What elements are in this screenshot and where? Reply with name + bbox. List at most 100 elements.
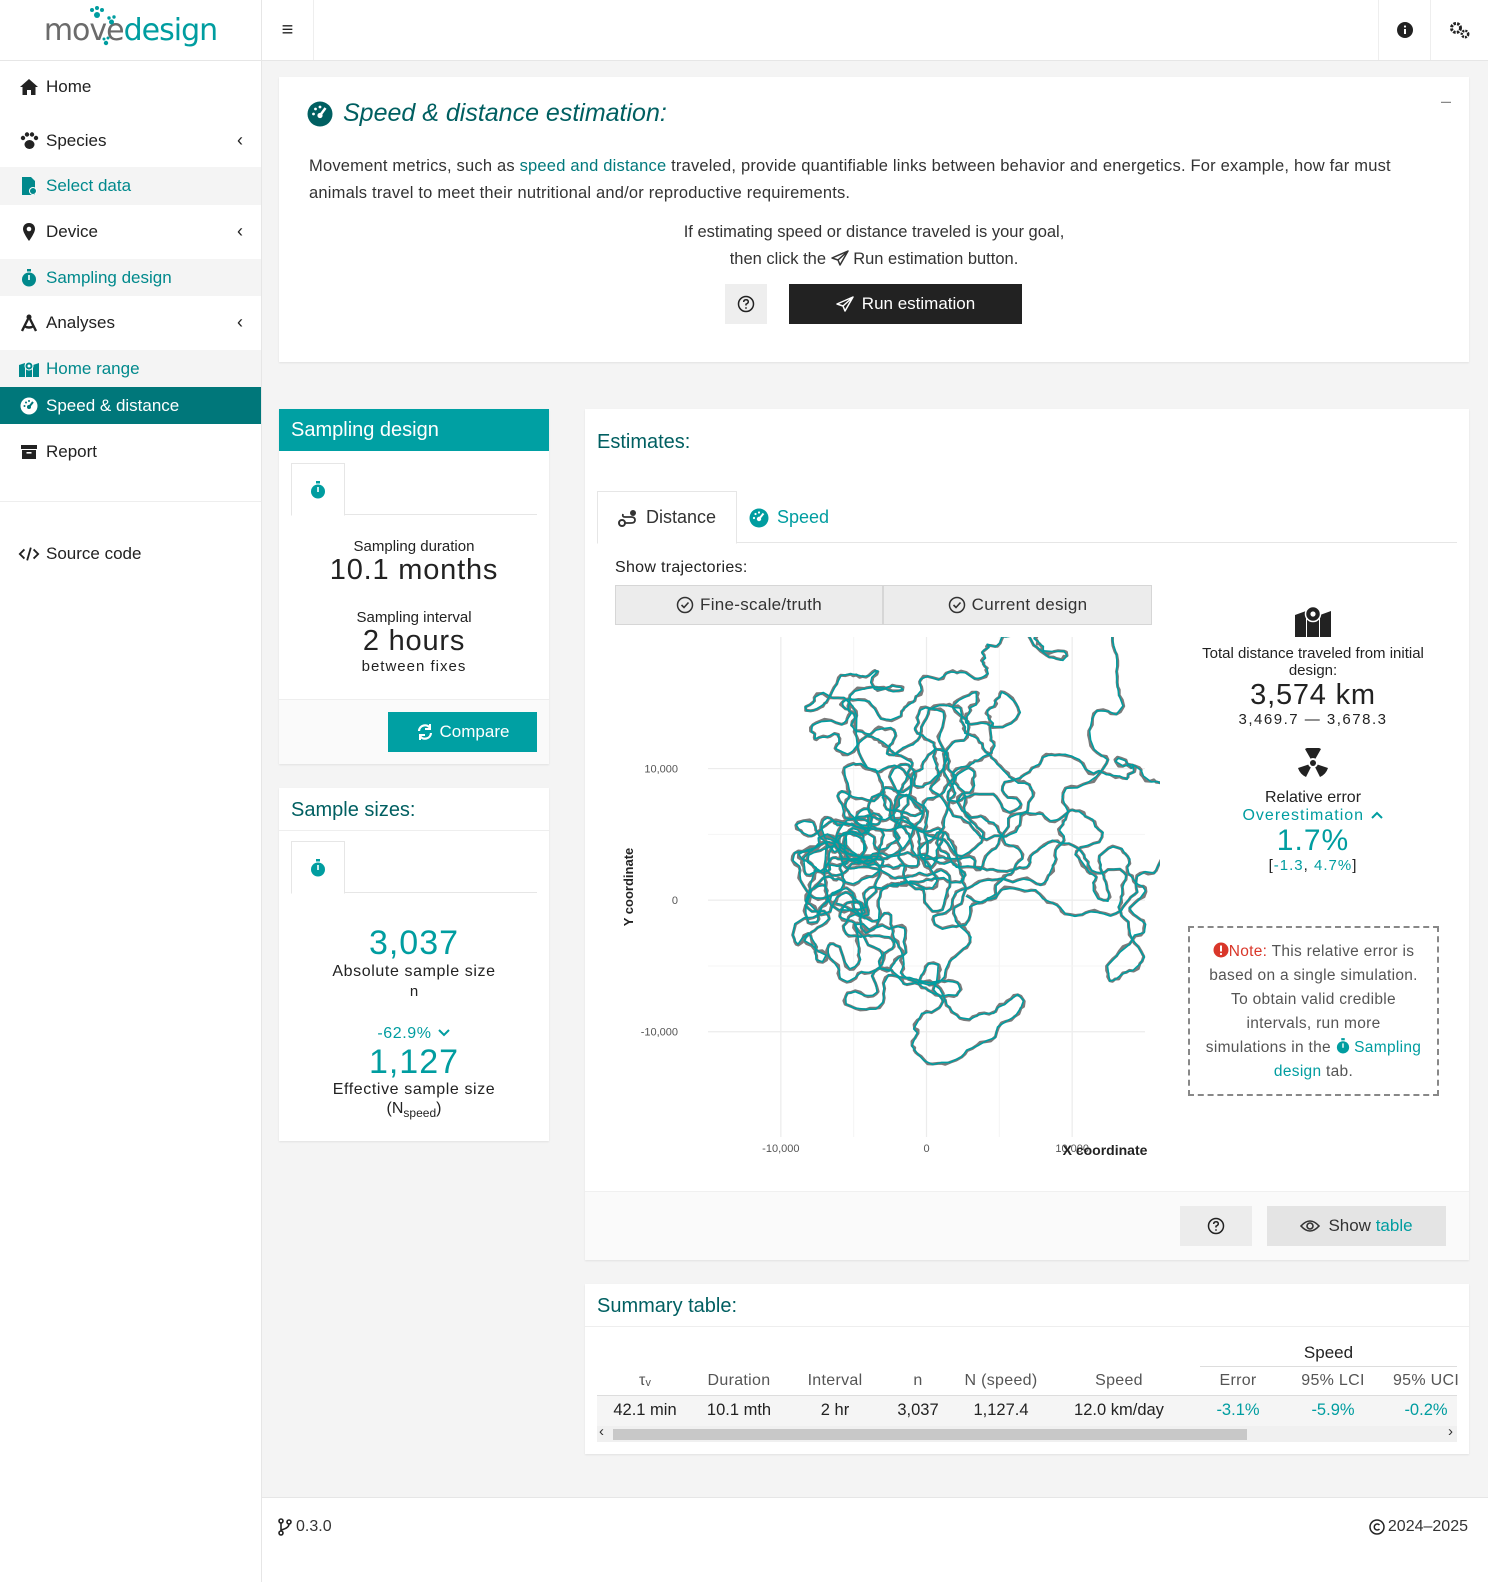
chevron-up-icon [1370, 811, 1383, 819]
sidebar-item-species[interactable]: Species ‹ [0, 121, 261, 161]
map-pin-icon [18, 222, 40, 242]
sidebar-item-label: Source code [46, 544, 142, 563]
y-tick-label: -10,000 [641, 1027, 678, 1039]
file-icon [18, 176, 40, 196]
stopwatch-icon [311, 858, 325, 876]
effective-sample-size-value: 1,127 [368, 1043, 460, 1081]
sidebar-item-select-data[interactable]: Select data [0, 167, 261, 205]
sampling-duration-value: 10.1 months [329, 554, 499, 586]
speed-subscript: speed [403, 1106, 437, 1121]
ci-bracket: ] [1352, 857, 1358, 874]
toggle-current-design[interactable]: Current design [883, 585, 1152, 625]
tab-distance[interactable]: Distance [597, 491, 738, 544]
divider [585, 1326, 1469, 1327]
sample-sizes-title: Sample sizes: [291, 799, 416, 821]
gauge-icon [18, 397, 40, 415]
total-distance-value: 3,574 km [1250, 679, 1376, 711]
sync-icon [417, 724, 432, 740]
copyright-years: 2024–2025 [1387, 1518, 1468, 1535]
stopwatch-tab[interactable] [291, 841, 345, 894]
overestimation-text: Overestimation [1242, 807, 1365, 824]
sidebar-item-speed-distance[interactable]: Speed & distance [0, 387, 261, 424]
sidebar-item-sampling-design[interactable]: Sampling design [0, 259, 261, 296]
sidebar-item-home[interactable]: Home [0, 67, 261, 107]
sampling-duration-label: Sampling duration [353, 538, 475, 555]
goal-line-2-start: then click the [729, 250, 831, 268]
question-circle-icon [1207, 1217, 1225, 1235]
gears-icon [1449, 22, 1469, 39]
sidebar-item-analyses[interactable]: Analyses ‹ [0, 303, 261, 343]
header-95-uci: 95% UCI [1392, 1372, 1460, 1389]
relative-error-ci: [-1.3, 4.7%] [1185, 857, 1441, 874]
stopwatch-tab[interactable] [291, 463, 345, 516]
settings-button[interactable] [1430, 0, 1488, 60]
run-estimation-label: Run estimation [861, 294, 976, 313]
exclamation-circle-icon [1213, 942, 1229, 958]
horizontal-scrollbar[interactable]: ‹ › [597, 1423, 1457, 1442]
scrollbar-thumb[interactable] [613, 1429, 1247, 1440]
version-number: 0.3.0 [296, 1518, 332, 1535]
sampling-interval-label: Sampling interval [356, 609, 472, 626]
toggle-fine-scale-truth[interactable]: Fine-scale/truth [615, 585, 883, 625]
minus-icon: – [1440, 91, 1451, 111]
gauge-icon [749, 508, 769, 527]
speed-distance-link[interactable]: speed and distance [520, 157, 667, 175]
sample-size-tabs [291, 841, 537, 894]
tab-speed[interactable]: Speed [729, 491, 849, 544]
x-axis-label: X coordinate [1063, 1142, 1148, 1158]
collapse-button[interactable]: – [1441, 91, 1451, 112]
cell-n-speed: 1,127.4 [973, 1401, 1029, 1419]
eye-icon [1300, 1220, 1321, 1232]
chevron-left-icon: ‹ [237, 130, 243, 150]
absolute-sample-size-symbol: n [409, 983, 419, 1000]
radiation-icon [1185, 746, 1441, 783]
help-button[interactable] [1180, 1206, 1252, 1246]
x-tick-label: -10,000 [762, 1143, 799, 1155]
archive-icon [18, 444, 40, 460]
route-icon [618, 509, 636, 527]
toggle-fine-scale-label: Fine-scale/truth [700, 595, 822, 614]
sidebar-item-label: Device [46, 222, 98, 241]
compare-button[interactable]: Compare [388, 712, 537, 752]
absolute-sample-size-value: 3,037 [368, 924, 460, 962]
show-table-button[interactable]: Show table [1267, 1206, 1446, 1246]
summary-table-card: Summary table: Speed τᵥ Duration Interva… [585, 1284, 1469, 1454]
scroll-left-arrow[interactable]: ‹ [599, 1423, 604, 1440]
estimates-title: Estimates: [597, 431, 691, 453]
help-button[interactable] [725, 284, 767, 324]
info-button[interactable] [1378, 0, 1430, 60]
sidebar-item-label: Species [46, 131, 107, 150]
logo-area: movedesign [0, 0, 262, 61]
sidebar-item-report[interactable]: Report [0, 432, 261, 472]
sidebar-item-label: Sampling design [46, 267, 172, 287]
code-branch-icon [278, 1518, 292, 1536]
header-interval: Interval [807, 1372, 863, 1389]
paper-plane-icon [830, 250, 849, 266]
goal-line-1: If estimating speed or distance traveled… [683, 223, 1065, 241]
top-bar: ≡ [262, 0, 1488, 61]
sampling-tabs [291, 463, 537, 516]
cell-n: 3,037 [897, 1401, 939, 1419]
sampling-design-card: Sampling design Sampling duration 10.1 m… [279, 409, 549, 764]
sidebar-item-source-code[interactable]: Source code [0, 534, 261, 574]
chevron-down-icon [437, 1029, 450, 1037]
home-icon [18, 78, 40, 96]
intro-title-text: Speed & distance estimation: [343, 99, 667, 127]
y-tick-label: 0 [672, 895, 678, 907]
sampling-design-title: Sampling design [291, 418, 439, 441]
summary-table-title: Summary table: [597, 1295, 738, 1317]
check-circle-icon [948, 596, 965, 614]
menu-toggle-button[interactable]: ≡ [262, 0, 314, 60]
effective-sample-size-label: Effective sample size [332, 1081, 496, 1098]
overestimation-indicator: Overestimation [1185, 807, 1441, 825]
distance-stats: Total distance traveled from initial des… [1185, 604, 1441, 874]
sidebar-item-device[interactable]: Device ‹ [0, 212, 261, 252]
sidebar-item-home-range[interactable]: Home range [0, 350, 261, 387]
intro-card: Speed & distance estimation: – Movement … [279, 77, 1469, 362]
tab-speed-label: Speed [777, 507, 830, 527]
note-label: Note: [1228, 943, 1268, 960]
run-estimation-button[interactable]: Run estimation [789, 284, 1022, 324]
scroll-right-arrow[interactable]: › [1448, 1423, 1453, 1440]
intro-description: Movement metrics, such as speed and dist… [309, 153, 1444, 207]
estimates-card: Estimates: Distance Speed Show trajector… [585, 409, 1469, 1260]
